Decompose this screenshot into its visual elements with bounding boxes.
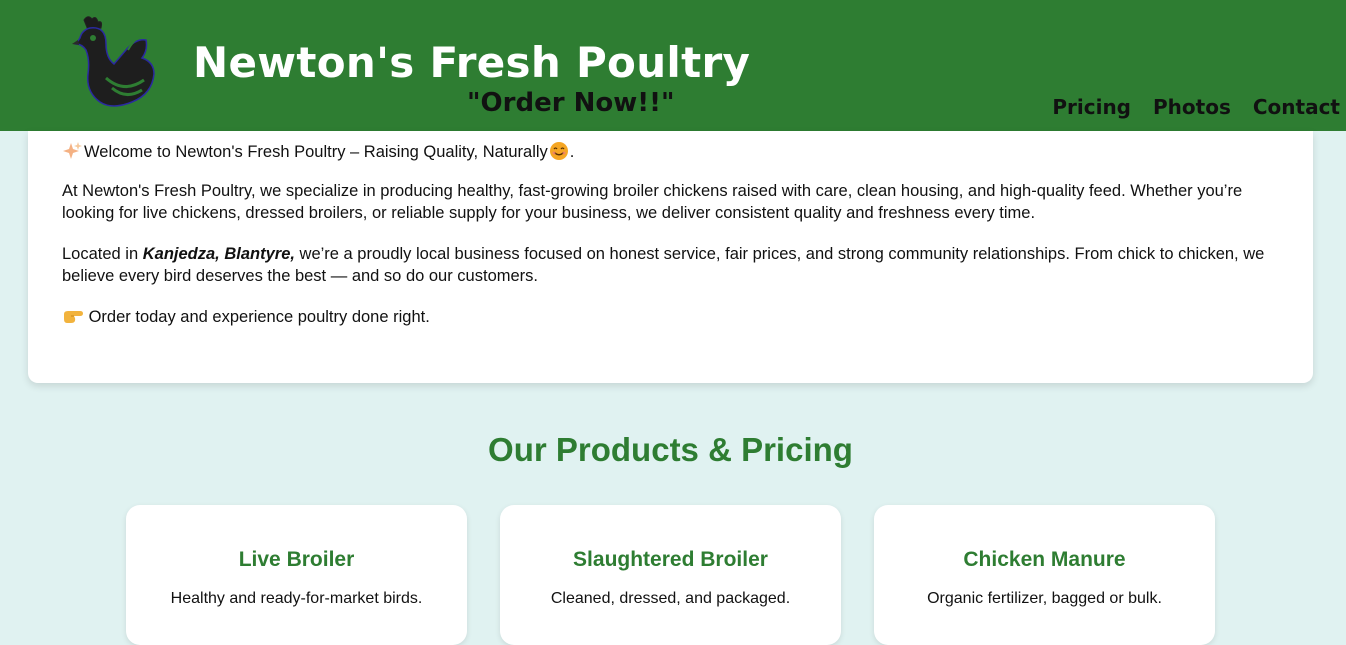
product-card-chicken-manure: Chicken Manure Organic fertilizer, bagge… xyxy=(874,505,1215,645)
product-name: Live Broiler xyxy=(238,548,355,571)
intro-card: Welcome to Newton's Fresh Poultry – Rais… xyxy=(28,131,1313,383)
nav-link-pricing[interactable]: Pricing xyxy=(1052,95,1131,119)
hen-icon[interactable] xyxy=(66,14,160,114)
product-description: Cleaned, dressed, and packaged. xyxy=(550,590,791,607)
nav-link-contact[interactable]: Contact xyxy=(1253,95,1340,119)
location-prefix: Located in xyxy=(62,245,143,263)
welcome-line: Welcome to Newton's Fresh Poultry – Rais… xyxy=(62,141,1279,163)
sparkles-icon xyxy=(62,141,84,163)
site-title: Newton's Fresh Poultry xyxy=(193,38,751,87)
welcome-text: Welcome to Newton's Fresh Poultry – Rais… xyxy=(84,143,548,161)
products-section-title: Our Products & Pricing xyxy=(488,431,853,468)
product-name: Chicken Manure xyxy=(963,548,1126,571)
product-description: Organic fertilizer, bagged or bulk. xyxy=(927,590,1162,607)
welcome-end: . xyxy=(569,143,575,161)
product-card-slaughtered-broiler: Slaughtered Broiler Cleaned, dressed, an… xyxy=(500,505,841,645)
product-card-live-broiler: Live Broiler Healthy and ready-for-marke… xyxy=(126,505,467,645)
cta-text: Order today and experience poultry done … xyxy=(88,308,430,326)
smiling-face-icon xyxy=(548,141,570,163)
pointing-hand-icon xyxy=(62,306,84,328)
site-header: Newton's Fresh Poultry "Order Now!!" Pri… xyxy=(0,0,1346,131)
cta-line: Order today and experience poultry done … xyxy=(62,306,1279,328)
main-nav: Pricing Photos Contact xyxy=(1052,95,1340,119)
nav-link-photos[interactable]: Photos xyxy=(1153,95,1231,119)
intro-paragraph: At Newton's Fresh Poultry, we specialize… xyxy=(62,182,1243,222)
location-name: Kanjedza, Blantyre, xyxy=(142,245,295,263)
product-name: Slaughtered Broiler xyxy=(573,548,768,571)
product-description: Healthy and ready-for-market birds. xyxy=(170,590,423,607)
tagline: "Order Now!!" xyxy=(467,88,675,118)
location-paragraph: Located in Kanjedza, Blantyre, we’re a p… xyxy=(62,243,1279,287)
